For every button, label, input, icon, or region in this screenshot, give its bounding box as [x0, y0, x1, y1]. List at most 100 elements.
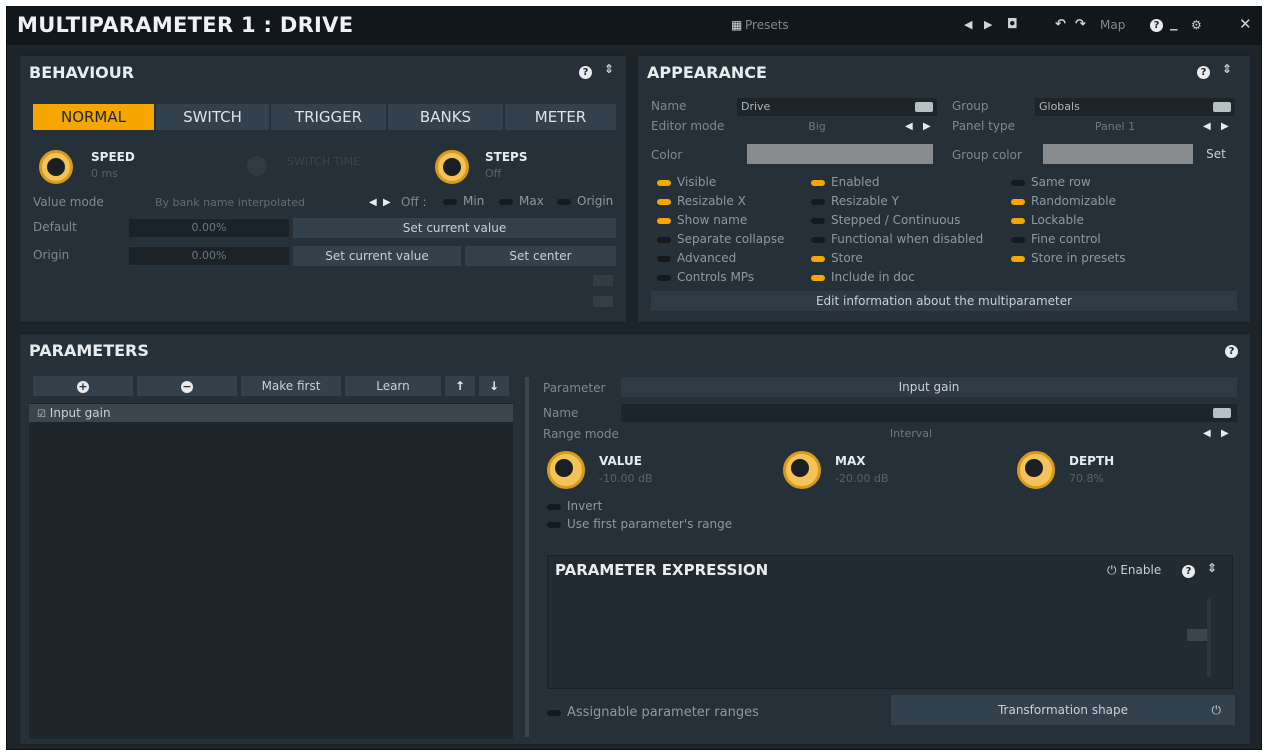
appearance-toggle-functional-when-disabled[interactable]: Functional when disabled	[811, 232, 983, 246]
value-knob[interactable]	[547, 451, 585, 489]
edit-info-button[interactable]: Edit information about the multiparamete…	[651, 291, 1237, 311]
appearance-toggle-randomizable[interactable]: Randomizable	[1011, 194, 1116, 208]
appearance-toggle-same-row[interactable]: Same row	[1011, 175, 1091, 189]
expression-enable-toggle[interactable]: ⏻ Enable	[1107, 563, 1161, 578]
title-bar: MULTIPARAMETER 1 : DRIVE ▦ Presets ◀ ▶ ◘…	[7, 7, 1261, 45]
appearance-toggle-advanced[interactable]: Advanced	[657, 251, 736, 265]
steps-knob[interactable]	[435, 150, 469, 184]
tab-normal[interactable]: NORMAL	[33, 104, 154, 130]
behaviour-title: BEHAVIOUR	[29, 63, 135, 82]
steps-label: STEPS	[485, 150, 528, 164]
random-preset-icon[interactable]: ◘	[1007, 17, 1018, 32]
range-mode-next-icon[interactable]: ▶	[1221, 428, 1229, 439]
max-knob[interactable]	[783, 451, 821, 489]
appearance-toggle-show-name[interactable]: Show name	[657, 213, 747, 227]
default-value[interactable]: 0.00%	[129, 219, 289, 237]
origin-set-center-button[interactable]: Set center	[465, 246, 616, 266]
appearance-toggle-enabled[interactable]: Enabled	[811, 175, 880, 189]
behaviour-help-icon[interactable]: ?	[579, 66, 592, 79]
speed-knob[interactable]	[39, 150, 73, 184]
appearance-toggle-resizable-y[interactable]: Resizable Y	[811, 194, 899, 208]
presets-button[interactable]: Presets	[745, 18, 789, 32]
color-swatch[interactable]	[747, 144, 933, 164]
appearance-toggle-visible[interactable]: Visible	[657, 175, 716, 189]
value-mode-next-icon[interactable]: ▶	[383, 197, 391, 208]
editor-mode-select[interactable]: Big	[737, 118, 897, 136]
tab-switch[interactable]: SWITCH	[156, 104, 269, 130]
appearance-help-icon[interactable]: ?	[1197, 66, 1210, 79]
appearance-toggle-lockable[interactable]: Lockable	[1011, 213, 1084, 227]
tab-trigger[interactable]: TRIGGER	[271, 104, 386, 130]
close-icon[interactable]: ✕	[1239, 15, 1252, 33]
value-mode-prev-icon[interactable]: ◀	[369, 197, 377, 208]
origin-toggle[interactable]: Origin	[557, 194, 613, 208]
depth-knob[interactable]	[1017, 451, 1055, 489]
panel-type-select[interactable]: Panel 1	[1035, 118, 1195, 136]
undo-icon[interactable]: ↶	[1055, 17, 1066, 32]
splitter-handle[interactable]	[525, 377, 529, 737]
min-toggle[interactable]: Min	[443, 194, 484, 208]
appearance-toggle-store-in-presets[interactable]: Store in presets	[1011, 251, 1126, 265]
group-input[interactable]: Globals	[1035, 98, 1235, 116]
redo-icon[interactable]: ↷	[1075, 17, 1086, 32]
hidden-toggle-2[interactable]	[593, 296, 613, 307]
appearance-toggle-stepped-continuous[interactable]: Stepped / Continuous	[811, 213, 960, 227]
add-parameter-button[interactable]: +	[33, 376, 133, 396]
help-icon[interactable]: ?	[1150, 19, 1163, 32]
keyboard-icon[interactable]	[915, 102, 933, 112]
group-keyboard-icon[interactable]	[1213, 102, 1231, 112]
appearance-toggle-fine-control[interactable]: Fine control	[1011, 232, 1101, 246]
appearance-toggle-controls-mps[interactable]: Controls MPs	[657, 270, 754, 284]
use-first-range-toggle[interactable]: Use first parameter's range	[547, 517, 732, 531]
appearance-toggle-resizable-x[interactable]: Resizable X	[657, 194, 746, 208]
group-color-set-button[interactable]: Set	[1195, 144, 1237, 164]
origin-set-current-button[interactable]: Set current value	[293, 246, 461, 266]
move-down-icon[interactable]: ↓	[479, 376, 509, 396]
origin-value[interactable]: 0.00%	[129, 247, 289, 265]
move-up-icon[interactable]: ↑	[445, 376, 475, 396]
assignable-ranges-toggle[interactable]: Assignable parameter ranges	[547, 705, 759, 720]
presets-icon[interactable]: ▦	[731, 18, 742, 32]
settings-icon[interactable]: ⚙	[1191, 18, 1202, 32]
expression-toggle[interactable]	[1187, 629, 1207, 641]
max-toggle[interactable]: Max	[499, 194, 544, 208]
hidden-toggle-1[interactable]	[593, 275, 613, 286]
appearance-toggle-store[interactable]: Store	[811, 251, 863, 265]
panel-type-prev-icon[interactable]: ◀	[1203, 121, 1211, 132]
editor-mode-next-icon[interactable]: ▶	[923, 121, 931, 132]
parameters-help-icon[interactable]: ?	[1225, 345, 1238, 358]
group-color-swatch[interactable]	[1043, 144, 1193, 164]
transformation-shape-button[interactable]: Transformation shape ⏻	[891, 695, 1235, 725]
param-name-input[interactable]	[621, 404, 1237, 422]
remove-parameter-button[interactable]: −	[137, 376, 237, 396]
make-first-button[interactable]: Make first	[241, 376, 341, 396]
behaviour-collapse-icon[interactable]: ⇕	[604, 62, 614, 76]
range-mode-select[interactable]: Interval	[621, 425, 1201, 443]
expression-scrollbar[interactable]	[1207, 599, 1211, 677]
default-set-current-button[interactable]: Set current value	[293, 218, 616, 238]
minimize-icon[interactable]: _	[1170, 13, 1178, 31]
expression-help-icon[interactable]: ?	[1182, 565, 1195, 578]
learn-button[interactable]: Learn	[345, 376, 441, 396]
appearance-toggle-include-in-doc[interactable]: Include in doc	[811, 270, 915, 284]
value-mode-select[interactable]: By bank name interpolated	[125, 194, 363, 212]
name-input[interactable]: Drive	[737, 98, 937, 116]
next-preset-icon[interactable]: ▶	[984, 18, 992, 31]
parameter-list-item[interactable]: ☑ Input gain	[29, 404, 513, 422]
range-mode-prev-icon[interactable]: ◀	[1203, 428, 1211, 439]
value-knob-label: VALUE	[599, 454, 642, 468]
prev-preset-icon[interactable]: ◀	[964, 18, 972, 31]
map-button[interactable]: Map	[1100, 18, 1125, 32]
name-label: Name	[651, 99, 687, 113]
tab-banks[interactable]: BANKS	[388, 104, 503, 130]
param-keyboard-icon[interactable]	[1213, 408, 1231, 418]
panel-type-next-icon[interactable]: ▶	[1221, 121, 1229, 132]
tab-meter[interactable]: METER	[505, 104, 616, 130]
editor-mode-prev-icon[interactable]: ◀	[905, 121, 913, 132]
expression-collapse-icon[interactable]: ⇕	[1207, 561, 1217, 575]
invert-toggle[interactable]: Invert	[547, 499, 602, 513]
parameter-select[interactable]: Input gain	[621, 377, 1237, 397]
appearance-toggle-separate-collapse[interactable]: Separate collapse	[657, 232, 784, 246]
appearance-collapse-icon[interactable]: ⇕	[1222, 62, 1232, 76]
editor-mode-label: Editor mode	[651, 119, 725, 133]
